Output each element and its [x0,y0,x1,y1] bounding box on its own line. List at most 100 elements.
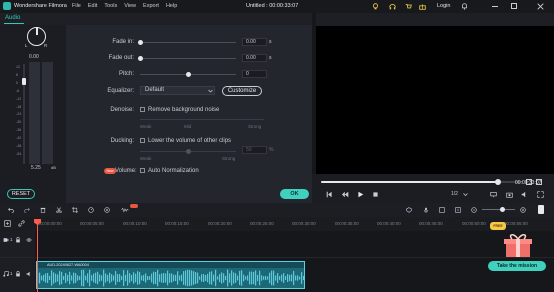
waveform-bar [209,271,211,285]
shield-icon[interactable] [406,207,412,213]
menu-view[interactable]: View [124,3,136,9]
zoom-out-icon[interactable] [471,207,477,213]
tab-audio[interactable]: Audio [5,15,20,21]
lock-icon[interactable] [15,237,21,243]
waveform-bar [123,270,125,286]
eye-icon[interactable] [26,237,32,243]
customize-button[interactable]: Customize [222,86,262,96]
fade-out-value[interactable]: 0.00 [242,54,267,62]
fade-in-thumb[interactable] [137,40,143,45]
waveform-bar [243,274,245,282]
auto-normalization-checkbox[interactable] [140,168,145,173]
link-icon[interactable] [18,220,25,227]
audio-clip[interactable]: AUD-20240627-WA0004 [36,261,305,289]
menu-edit[interactable]: Edit [88,3,97,9]
fade-in-value[interactable]: 0.00 [242,38,267,46]
waveform-bar [263,276,265,280]
close-icon[interactable] [537,3,544,10]
menu-help[interactable]: Help [166,3,177,9]
play-icon[interactable] [357,191,364,198]
pitch-thumb[interactable] [185,72,191,77]
preview-ratio[interactable]: 1/2 [451,191,458,197]
speaker-icon[interactable] [26,271,32,277]
denoise-checkbox[interactable] [140,107,145,112]
gift-icon[interactable] [419,3,426,10]
waveform-bar [169,273,171,283]
menu-tools[interactable]: Tools [104,3,117,9]
zoom-in-icon[interactable] [520,207,526,213]
panel-toggle-icon[interactable] [538,205,544,214]
headset-icon[interactable] [389,3,396,10]
waveform-bar [277,273,279,283]
volume-fader-handle[interactable] [22,78,26,85]
reset-button[interactable]: RESET [7,189,35,199]
snapshot-icon[interactable] [506,191,513,198]
audio-track-icon [3,271,9,277]
waveform-bar [195,272,197,284]
ducking-unit: % [269,147,274,153]
ratio-dropdown-icon[interactable] [463,193,468,196]
fade-in-slider[interactable] [140,42,236,43]
marker-icon[interactable] [455,207,461,213]
gift-box-icon[interactable] [503,232,533,258]
menu-export[interactable]: Export [143,3,159,9]
waveform-bar [271,270,273,286]
volume-knob-indicator [36,27,38,35]
fullscreen-icon[interactable] [537,191,544,198]
cart-icon[interactable] [405,3,412,10]
waveform-bar [65,273,67,283]
ruler-tick: 00:00:00:00 [38,221,62,226]
playback-scrubber[interactable] [494,179,501,185]
ruler-tick: 00:00:10:00 [123,221,147,226]
ruler-tick: 00:00:25:00 [250,221,274,226]
fade-out-thumb[interactable] [137,56,143,61]
crop-icon[interactable] [72,207,78,213]
pitch-value[interactable]: 0 [242,70,267,78]
take-mission-button[interactable]: Take the mission [488,261,546,271]
cut-icon[interactable] [56,207,62,213]
waveform-bar [79,276,81,280]
zoom-slider[interactable] [482,209,515,210]
ok-button[interactable]: OK [280,189,309,199]
login-link[interactable]: Login [437,3,450,9]
voiceover-icon[interactable] [439,207,445,213]
waveform-bar [83,269,85,287]
audio-mixer-icon[interactable] [121,207,129,213]
denoise-checkbox-label: Remove background noise [148,107,220,113]
lock-icon[interactable] [15,271,21,277]
denoise-weak: Weak [140,124,152,129]
volume-icon[interactable] [521,191,528,198]
redo-icon[interactable] [24,207,30,213]
color-icon[interactable] [104,207,110,213]
ducking-checkbox[interactable] [140,138,145,143]
delete-icon[interactable] [40,207,46,213]
step-back-icon[interactable] [342,191,349,198]
waveform-bar [221,272,223,284]
waveform-bar [229,273,231,283]
bell-icon[interactable] [461,3,468,10]
speed-icon[interactable] [88,207,94,213]
ruler-tick: 00:00:05:00 [80,221,104,226]
bulb-icon[interactable] [372,3,379,10]
waveform-bar [261,275,263,281]
previous-frame-icon[interactable] [326,191,333,198]
playhead[interactable] [37,219,38,292]
waveform-bar [119,274,121,282]
add-track-icon[interactable] [4,220,11,227]
equalizer-dropdown[interactable]: Default [140,86,215,95]
waveform-bar [161,273,163,283]
fade-out-slider[interactable] [140,58,236,59]
meter-bar-right [42,62,53,164]
waveform-bar [233,272,235,284]
waveform-bar [57,274,59,282]
player-timecode: 00:00:33:07 [515,180,542,186]
mic-icon[interactable] [423,207,429,213]
monitor-icon[interactable] [490,191,497,198]
undo-icon[interactable] [8,207,14,213]
maximize-button[interactable] [511,3,517,9]
waveform-bar [89,269,91,287]
zoom-thumb[interactable] [500,207,505,212]
menu-file[interactable]: File [72,3,81,9]
minimize-button[interactable] [492,6,498,7]
stop-icon[interactable] [372,191,379,198]
